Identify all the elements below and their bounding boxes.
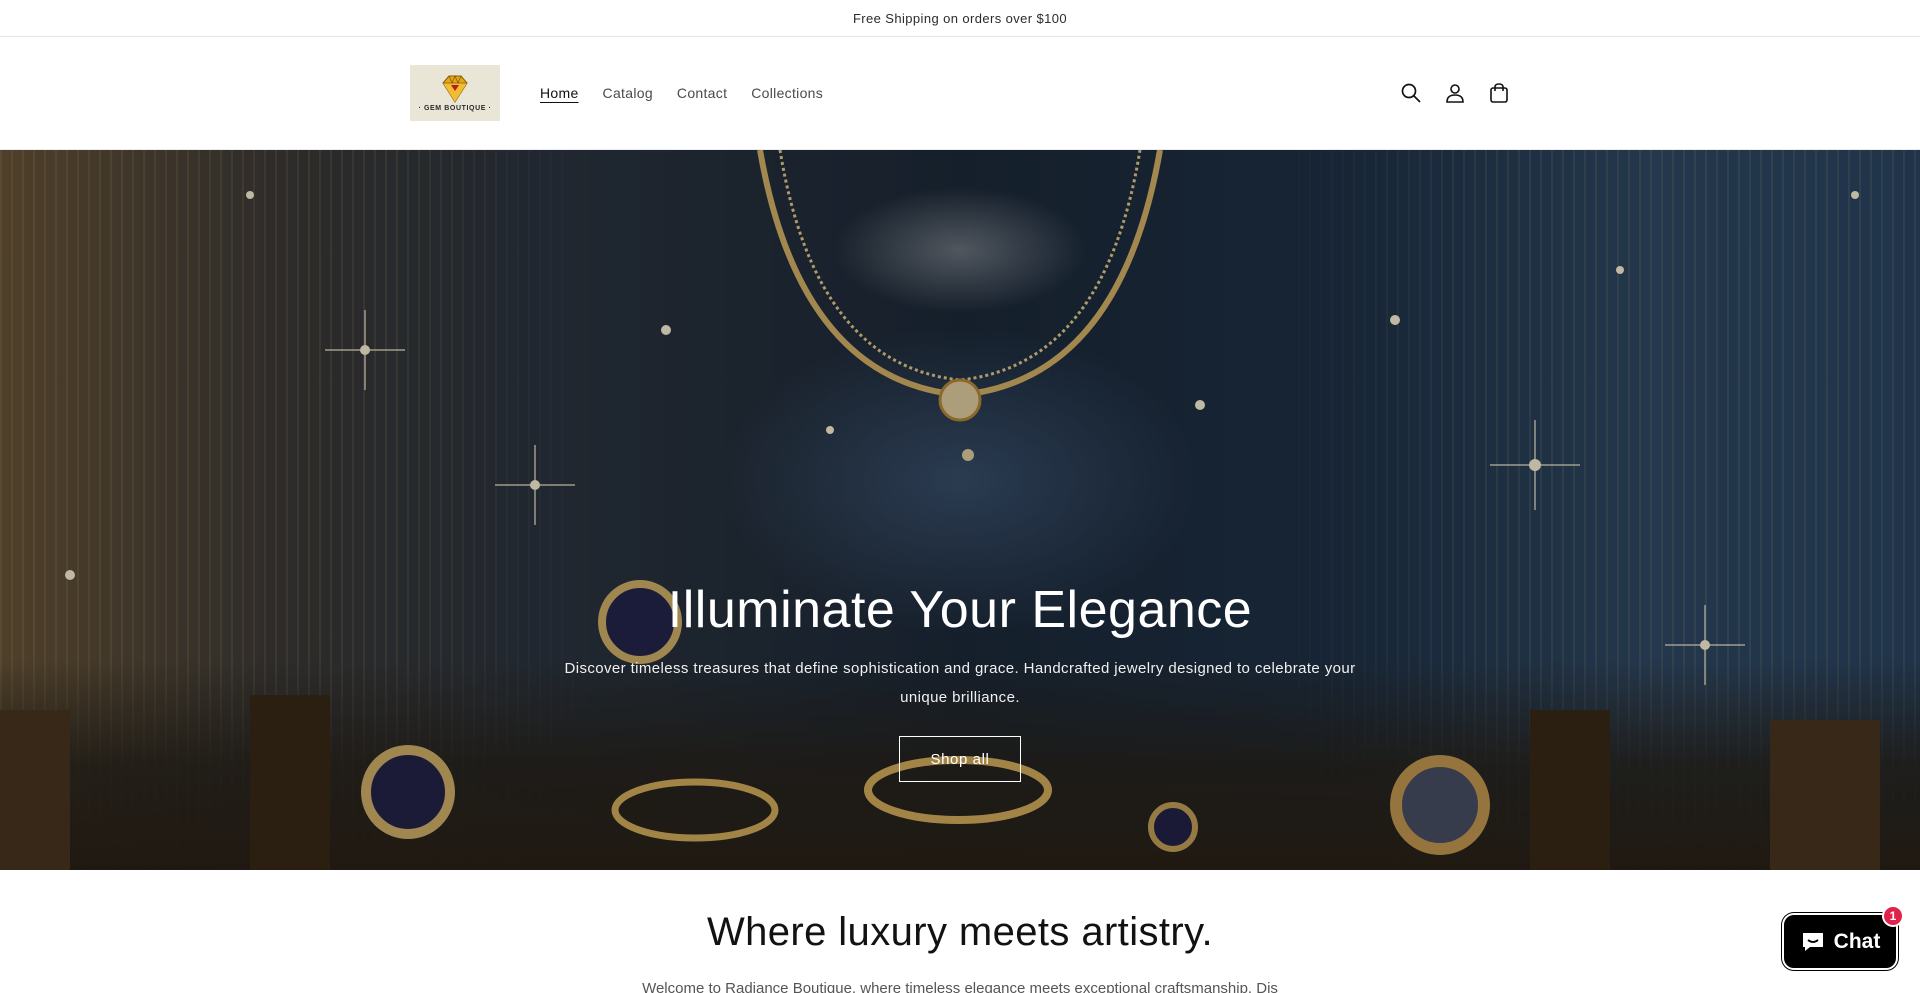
hero-banner: Illuminate Your Elegance Discover timele… xyxy=(0,150,1920,870)
section-heading: Where luxury meets artistry. xyxy=(706,910,1214,954)
section-intro-text: Welcome to Radiance Boutique, where time… xyxy=(642,980,1278,993)
hero-content: Illuminate Your Elegance Discover timele… xyxy=(0,580,1920,782)
nav-home[interactable]: Home xyxy=(540,85,579,101)
hero-title: Illuminate Your Elegance xyxy=(667,581,1253,639)
account-icon[interactable] xyxy=(1444,82,1466,104)
shop-all-button[interactable]: Shop all xyxy=(899,736,1021,782)
main-nav: Home Catalog Contact Collections xyxy=(540,85,823,101)
logo-text: · GEM BOUTIQUE · xyxy=(418,105,492,112)
cart-icon[interactable] xyxy=(1488,82,1510,104)
header-icons xyxy=(1400,82,1510,104)
hero-description: Discover timeless treasures that define … xyxy=(564,660,1356,706)
nav-collections[interactable]: Collections xyxy=(751,85,823,101)
chat-bubble-icon xyxy=(1802,932,1823,951)
announcement-bar: Free Shipping on orders over $100 xyxy=(0,0,1920,37)
gem-logo-icon xyxy=(442,74,468,103)
announcement-text: Free Shipping on orders over $100 xyxy=(852,10,1068,26)
store-logo[interactable]: · GEM BOUTIQUE · xyxy=(410,65,500,121)
search-icon[interactable] xyxy=(1400,82,1422,104)
chat-button[interactable]: Chat xyxy=(1782,913,1898,970)
nav-catalog[interactable]: Catalog xyxy=(603,85,653,101)
chat-unread-badge: 1 xyxy=(1882,905,1904,927)
site-header: · GEM BOUTIQUE · Home Catalog Contact Co… xyxy=(0,37,1920,150)
nav-contact[interactable]: Contact xyxy=(677,85,727,101)
chat-label: Chat xyxy=(1833,929,1881,953)
